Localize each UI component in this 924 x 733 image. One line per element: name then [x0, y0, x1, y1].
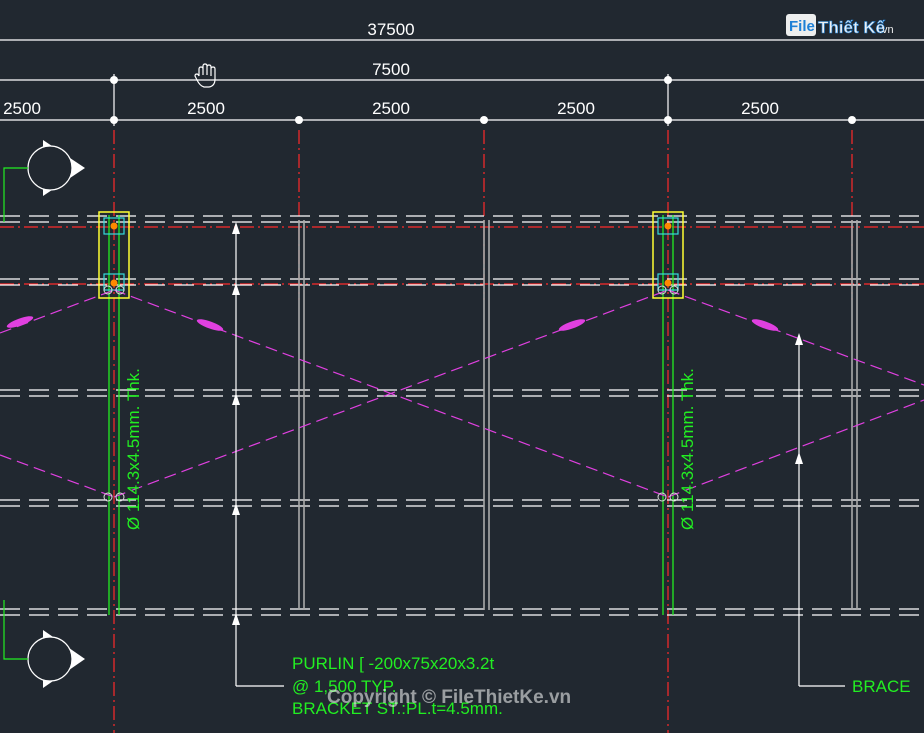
dimension-spacing: 2500	[557, 99, 595, 118]
dimension-lines	[0, 39, 924, 126]
dimension-bay: 7500	[372, 60, 410, 79]
svg-text:.vn: .vn	[879, 24, 894, 36]
watermark-logo: File Thiết Kế .vn	[786, 14, 894, 37]
brace-label: BRACE	[852, 677, 911, 696]
dimension-overall: 37500	[367, 20, 414, 39]
dimension-spacing: 2500	[372, 99, 410, 118]
dimension-spacing: 2500	[187, 99, 225, 118]
column-size-label: Ø 114.3x4.5mm. Thk.	[678, 368, 697, 530]
leader-lines	[232, 222, 845, 687]
purlin-note-line: PURLIN [ -200x75x20x3.2t	[292, 654, 494, 673]
column-lines	[108, 215, 674, 615]
svg-text:File: File	[789, 18, 815, 35]
dimension-spacing: 2500	[3, 99, 41, 118]
dimension-spacing: 2500	[741, 99, 779, 118]
cad-drawing[interactable]: 37500 7500 2500 2500 2500 2500 2500 Ø 11…	[0, 0, 924, 733]
copyright-watermark: Copyright © FileThietKe.vn	[327, 687, 571, 708]
grid-bubble-icon	[3, 600, 85, 688]
hand-pan-icon[interactable]	[194, 63, 216, 88]
svg-text:Thiết Kế: Thiết Kế	[818, 18, 886, 37]
grid-bubble-icon	[3, 140, 85, 222]
column-size-label: Ø 114.3x4.5mm. Thk.	[124, 368, 143, 530]
